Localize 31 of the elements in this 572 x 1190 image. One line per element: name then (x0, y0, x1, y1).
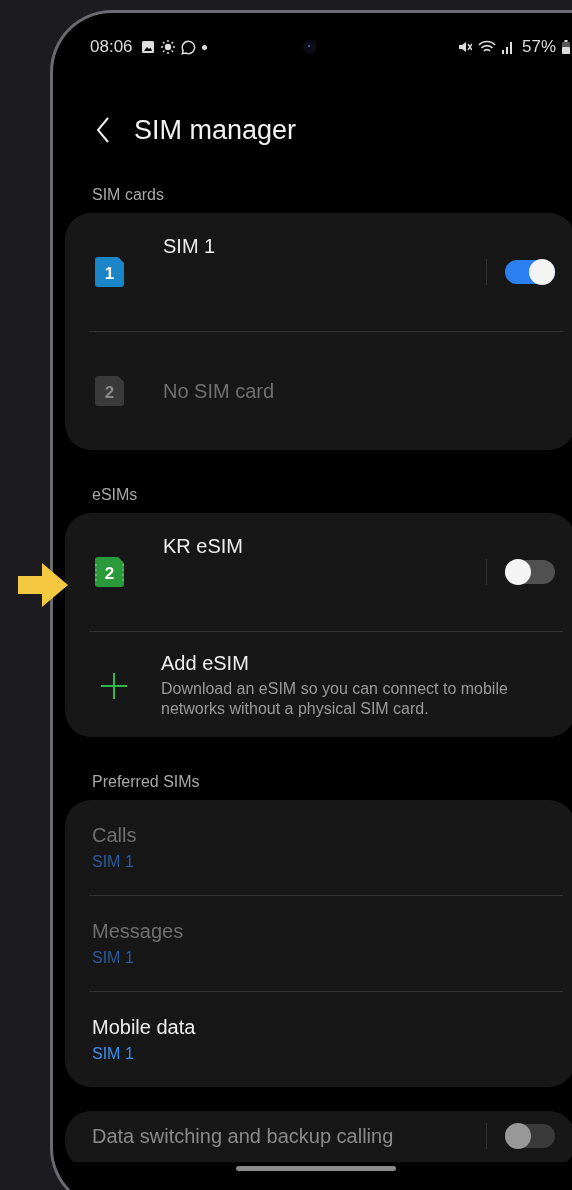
section-header: Preferred SIMs (91, 772, 201, 792)
chat-icon (180, 39, 196, 55)
mute-icon (457, 40, 472, 54)
plus-icon[interactable] (101, 672, 127, 699)
toggle-switch[interactable] (505, 260, 555, 284)
section-header: SIM cards (91, 185, 165, 205)
camera-hole-icon (302, 40, 317, 54)
preference-value: SIM 1 (92, 1045, 134, 1063)
add-esim-description: Download an eSIM so you can connect to mobile networks without a physical SIM card. (161, 679, 509, 719)
section-header: eSIMs (91, 485, 139, 505)
dot-icon (201, 44, 207, 50)
sim-card-icon: 1 (95, 257, 127, 287)
preference-value: SIM 1 (92, 949, 134, 967)
gallery-icon (140, 40, 155, 54)
back-icon[interactable] (96, 117, 110, 143)
preference-value: SIM 1 (92, 853, 134, 871)
screen-title: SIM manager (134, 114, 297, 146)
add-esim-label[interactable]: Add eSIM (161, 652, 561, 675)
battery-percent: 57% (521, 37, 556, 57)
battery-icon (562, 40, 570, 54)
signal-icon (501, 40, 514, 54)
toggle-switch[interactable] (505, 560, 555, 584)
esim-chip-icon: 2 (95, 557, 127, 587)
wifi-icon (477, 40, 496, 54)
sim-name[interactable]: SIM 1 (163, 235, 486, 258)
sim-card-icon: 2 (95, 376, 127, 406)
status-time: 08:06 (90, 37, 133, 57)
sim-name[interactable]: KR eSIM (163, 535, 486, 558)
pointer-arrow-icon (18, 563, 68, 607)
sun-icon (160, 40, 175, 54)
preference-label[interactable]: Mobile data (92, 1016, 196, 1039)
